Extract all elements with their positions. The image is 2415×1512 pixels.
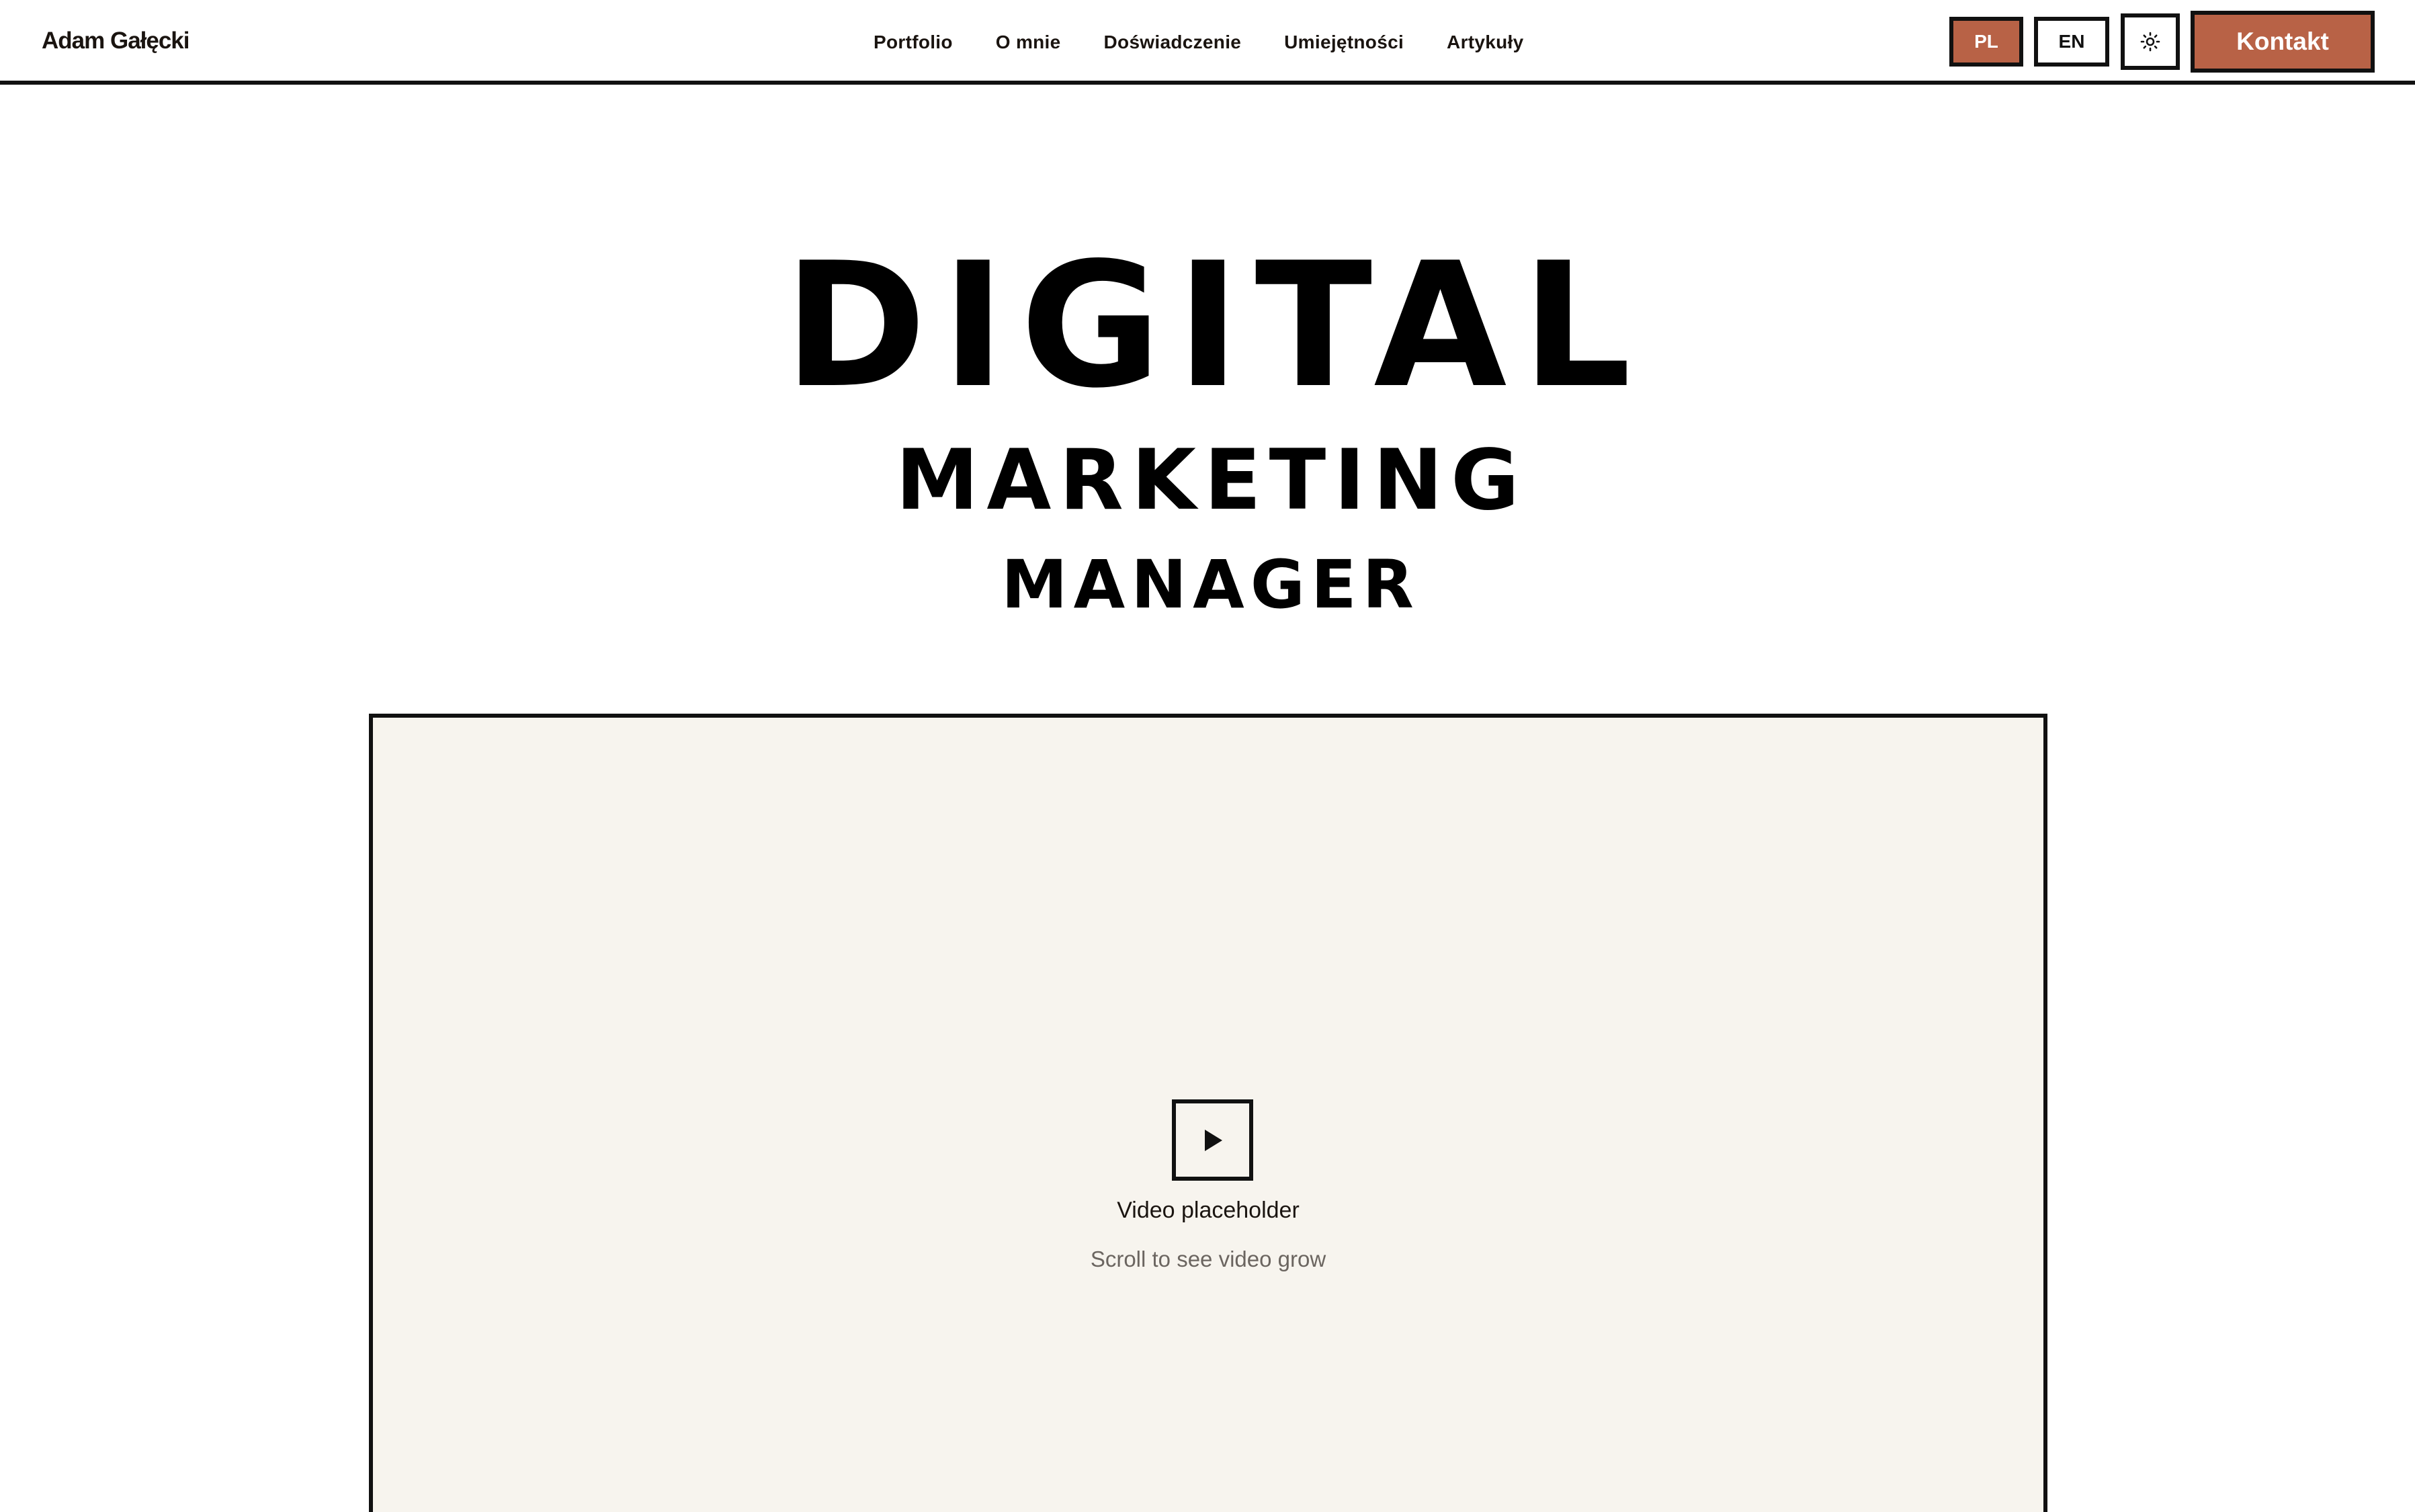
sun-icon bbox=[2140, 32, 2160, 52]
nav-item-experience[interactable]: Doświadczenie bbox=[1104, 32, 1242, 53]
play-button[interactable] bbox=[1172, 1099, 1253, 1181]
hero-title-line-3: MANAGER bbox=[1001, 546, 1420, 624]
nav-item-articles[interactable]: Artykuły bbox=[1447, 32, 1523, 53]
page: Adam Gałęcki Portfolio O mnie Doświadcze… bbox=[0, 0, 2415, 1512]
site-header: Adam Gałęcki Portfolio O mnie Doświadcze… bbox=[0, 0, 2415, 85]
language-pl-button[interactable]: PL bbox=[1949, 17, 2023, 67]
nav-item-about[interactable]: O mnie bbox=[996, 32, 1061, 53]
play-icon bbox=[1204, 1129, 1222, 1151]
video-title: Video placeholder bbox=[1117, 1198, 1300, 1223]
nav-item-portfolio[interactable]: Portfolio bbox=[874, 32, 953, 53]
brand-logo[interactable]: Adam Gałęcki bbox=[42, 0, 189, 85]
video-placeholder[interactable]: Video placeholder Scroll to see video gr… bbox=[369, 714, 2047, 1512]
hero-title-line-1: DIGITAL bbox=[783, 226, 1646, 426]
main-nav: Portfolio O mnie Doświadczenie Umiejętno… bbox=[874, 0, 1524, 85]
theme-toggle-button[interactable] bbox=[2121, 13, 2180, 70]
language-en-button[interactable]: EN bbox=[2034, 17, 2109, 67]
hero-title-line-2: MARKETING bbox=[896, 432, 1527, 529]
contact-button[interactable]: Kontakt bbox=[2191, 11, 2375, 73]
nav-item-skills[interactable]: Umiejętności bbox=[1284, 32, 1404, 53]
video-subtitle: Scroll to see video grow bbox=[1090, 1247, 1326, 1271]
